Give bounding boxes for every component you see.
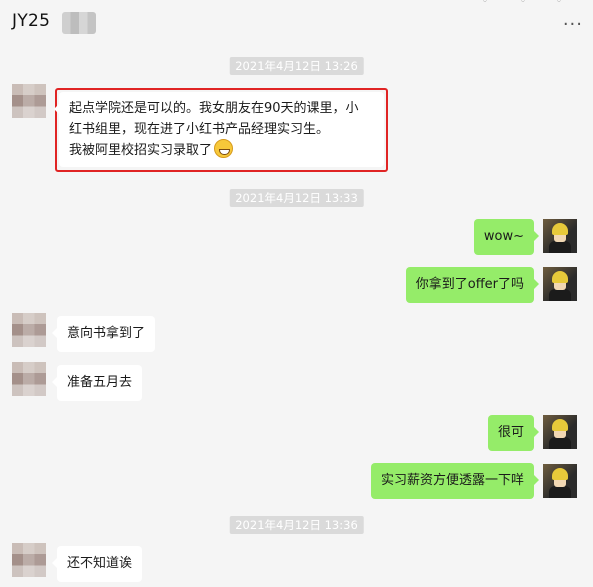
chat-header: ◦ ◦ ◦ JY25 ··· [0,0,593,48]
timestamp: 2021年4月12日 13:36 [229,516,364,534]
window-control-icon[interactable]: ◦ [482,0,488,7]
message-bubble-outgoing[interactable]: wow~ [473,219,540,255]
my-avatar[interactable] [543,464,577,498]
my-avatar[interactable] [543,415,577,449]
my-avatar[interactable] [543,219,577,253]
message-bubble-incoming[interactable]: 还不知道诶 [51,546,143,582]
my-avatar[interactable] [543,267,577,301]
message-line: 起点学院还是可以的。我女朋友在90天的课里，小 [69,101,359,116]
message-bubble-incoming[interactable]: 意向书拿到了 [51,316,156,352]
timestamp: 2021年4月12日 13:33 [229,189,364,207]
message-bubble-incoming[interactable]: 起点学院还是可以的。我女朋友在90天的课里，小 红书组里，现在进了小红书产品经理… [54,92,384,167]
grin-emoji-icon [214,139,234,158]
contact-avatar[interactable] [12,543,46,577]
timestamp: 2021年4月12日 13:26 [229,57,364,75]
message-bubble-outgoing[interactable]: 实习薪资方便透露一下咩 [370,463,540,499]
window-control-icon[interactable]: ◦ [520,0,526,7]
contact-avatar[interactable] [12,84,46,118]
contact-avatar[interactable] [12,313,46,347]
chat-title: JY25 [12,11,51,31]
message-text: 我被阿里校招实习录取了 [69,143,213,158]
window-control-icon[interactable]: ◦ [556,0,562,7]
message-bubble-outgoing[interactable]: 你拿到了offer了吗 [405,267,540,303]
contact-avatar[interactable] [12,362,46,396]
message-line: 红书组里，现在进了小红书产品经理实习生。 [69,122,330,137]
blurred-name [62,12,96,34]
message-line: 我被阿里校招实习录取了 [69,139,374,161]
message-bubble-outgoing[interactable]: 很可 [487,415,540,451]
more-options-icon[interactable]: ··· [563,14,583,35]
message-bubble-incoming[interactable]: 准备五月去 [51,365,143,401]
